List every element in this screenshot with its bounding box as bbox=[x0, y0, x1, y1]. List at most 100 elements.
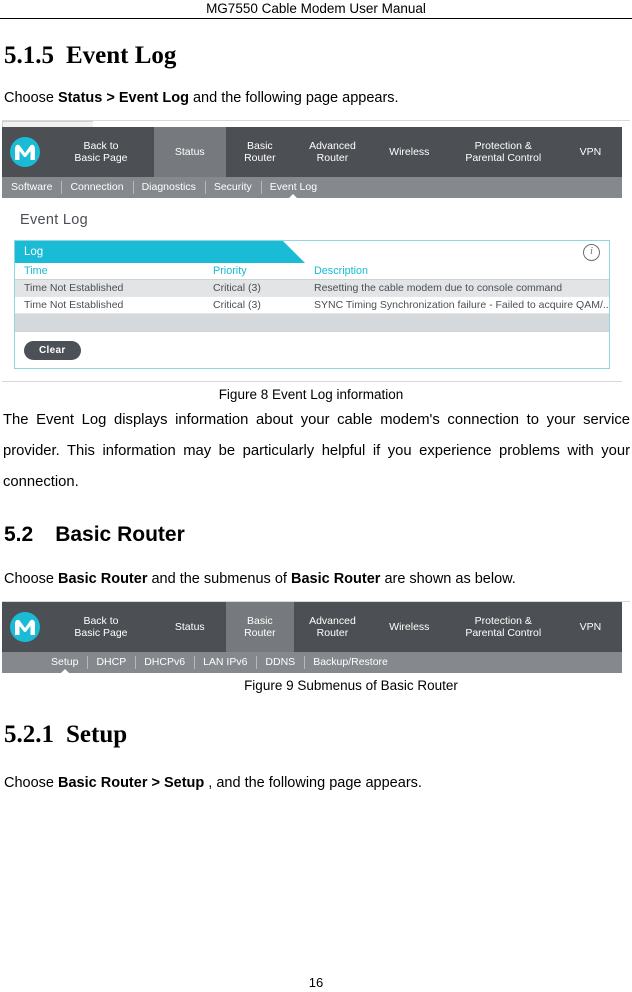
intro-suffix: , and the following page appears. bbox=[204, 775, 422, 791]
intro-paragraph-5-2: Choose Basic Router and the submenus of … bbox=[4, 570, 630, 589]
intro-bold-path: Status > Event Log bbox=[58, 90, 189, 106]
nav-item-line1: Back to bbox=[83, 614, 119, 627]
section-number: 5.2 bbox=[4, 523, 34, 546]
section-heading-5-2-1: 5.2.1 Setup bbox=[4, 720, 630, 750]
nav-item-basic-router[interactable]: Basic Router bbox=[226, 127, 294, 177]
cell-description: Resetting the cable modem due to console… bbox=[305, 279, 609, 297]
nav-item-protection-parental-control[interactable]: Protection & Parental Control bbox=[448, 602, 559, 652]
event-log-panel-title: Event Log bbox=[20, 212, 88, 228]
motorola-logo-circle bbox=[10, 612, 40, 642]
nav-item-line2: Parental Control bbox=[465, 627, 542, 639]
nav-item-line1: Wireless bbox=[389, 620, 430, 633]
table-header-row: Time Priority Description bbox=[15, 263, 609, 280]
clear-button[interactable]: Clear bbox=[24, 341, 81, 360]
nav-item-line1: Wireless bbox=[389, 145, 430, 158]
subnav-item-label: Software bbox=[11, 181, 53, 193]
intro-paragraph-5-1-5: Choose Status > Event Log and the follow… bbox=[4, 89, 630, 108]
nav-item-vpn[interactable]: VPN bbox=[559, 127, 622, 177]
intro-middle: and the submenus of bbox=[147, 571, 291, 587]
nav-item-back-to-basic-page[interactable]: Back to Basic Page bbox=[48, 602, 154, 652]
section-title: Setup bbox=[66, 721, 128, 748]
column-header-time: Time bbox=[15, 263, 204, 280]
subnav-item-setup[interactable]: Setup bbox=[42, 652, 87, 674]
motorola-logo-circle bbox=[10, 137, 40, 167]
cell-priority: Critical (3) bbox=[204, 296, 305, 314]
subnav-item-label: Security bbox=[213, 181, 252, 193]
event-log-card: Log i Time Priority Description Time Not… bbox=[14, 240, 610, 369]
subnav-item-label: Backup/Restore bbox=[313, 656, 388, 668]
nav-item-advanced-router[interactable]: Advanced Router bbox=[294, 127, 371, 177]
subnav-item-label: DDNS bbox=[265, 656, 296, 668]
nav-item-line2: Router bbox=[244, 152, 276, 164]
modem-subnav: Software Connection Diagnostics Security… bbox=[2, 177, 622, 199]
column-header-description: Description bbox=[305, 263, 609, 280]
column-header-priority: Priority bbox=[204, 263, 305, 280]
section-number: 5.1.5 bbox=[4, 42, 54, 69]
nav-item-advanced-router[interactable]: Advanced Router bbox=[294, 602, 371, 652]
cell-description: SYNC Timing Synchronization failure - Fa… bbox=[305, 296, 609, 314]
subnav-item-dhcp[interactable]: DHCP bbox=[87, 652, 135, 673]
nav-item-line2: Router bbox=[244, 627, 276, 639]
cell-time: Time Not Established bbox=[15, 296, 204, 314]
tab-log[interactable]: Log bbox=[15, 241, 305, 263]
nav-item-line1: VPN bbox=[579, 620, 602, 633]
nav-item-line1: Status bbox=[174, 145, 205, 158]
intro-bold-path-2: Basic Router bbox=[290, 571, 381, 587]
nav-item-basic-router[interactable]: Basic Router bbox=[225, 602, 294, 652]
running-header-title: MG7550 Cable Modem User Manual bbox=[206, 1, 426, 16]
event-log-card-tabrow: Log i bbox=[15, 241, 609, 263]
subnav-item-ddns[interactable]: DDNS bbox=[256, 652, 304, 673]
header-divider bbox=[0, 18, 632, 19]
nav-item-wireless[interactable]: Wireless bbox=[371, 602, 448, 652]
nav-item-protection-parental-control[interactable]: Protection & Parental Control bbox=[448, 127, 559, 177]
subnav-item-label: LAN IPv6 bbox=[203, 656, 248, 668]
subnav-item-dhcpv6[interactable]: DHCPv6 bbox=[135, 652, 194, 673]
modem-navbar: Back to Basic Page Status Basic Router A… bbox=[2, 602, 622, 652]
batwing-m-icon bbox=[15, 619, 35, 635]
nav-item-line1: VPN bbox=[579, 145, 602, 158]
nav-item-back-to-basic-page[interactable]: Back to Basic Page bbox=[48, 127, 154, 177]
section-heading-5-2: 5.2 Basic Router bbox=[4, 522, 630, 548]
nav-item-vpn[interactable]: VPN bbox=[559, 602, 622, 652]
nav-item-line2: Router bbox=[316, 152, 349, 164]
subnav-item-backup-restore[interactable]: Backup/Restore bbox=[304, 652, 397, 673]
figure-9-screenshot: Back to Basic Page Status Basic Router A… bbox=[2, 601, 630, 674]
figure-9-caption: Figure 9 Submenus of Basic Router bbox=[244, 678, 458, 693]
table-empty-area bbox=[15, 314, 609, 332]
subnav-item-diagnostics[interactable]: Diagnostics bbox=[132, 177, 205, 198]
nav-item-wireless[interactable]: Wireless bbox=[371, 127, 448, 177]
subnav-item-connection[interactable]: Connection bbox=[61, 177, 132, 198]
subnav-item-lan-ipv6[interactable]: LAN IPv6 bbox=[194, 652, 256, 673]
figure-8-screenshot: Back to Basic Page Status Basic Router A… bbox=[2, 120, 630, 382]
nav-item-status[interactable]: Status bbox=[153, 127, 226, 177]
running-header: MG7550 Cable Modem User Manual bbox=[0, 0, 632, 17]
subnav-item-label: Diagnostics bbox=[141, 181, 196, 193]
table-row: Time Not Established Critical (3) SYNC T… bbox=[15, 296, 609, 314]
table-row: Time Not Established Critical (3) Resett… bbox=[15, 279, 609, 297]
motorola-logo bbox=[2, 602, 48, 652]
subnav-item-event-log[interactable]: Event Log bbox=[260, 177, 326, 199]
active-tab-pointer-icon bbox=[288, 194, 299, 199]
subnav-item-security[interactable]: Security bbox=[204, 177, 261, 198]
subnav-item-label: Setup bbox=[51, 656, 79, 668]
info-icon[interactable]: i bbox=[583, 244, 600, 261]
subnav-item-label: DHCPv6 bbox=[144, 656, 186, 668]
section-number: 5.2.1 bbox=[4, 721, 54, 748]
intro-suffix: and the following page appears. bbox=[188, 90, 399, 106]
nav-item-line2: Parental Control bbox=[465, 152, 542, 164]
event-log-card-footer: Clear bbox=[15, 332, 609, 368]
nav-item-status[interactable]: Status bbox=[154, 602, 226, 652]
page-number: 16 bbox=[308, 975, 324, 990]
batwing-m-icon bbox=[15, 144, 35, 160]
nav-item-line1: Status bbox=[174, 620, 205, 633]
nav-item-line1: Protection & bbox=[474, 614, 532, 627]
cell-time: Time Not Established bbox=[15, 279, 204, 297]
subnav-item-software[interactable]: Software bbox=[2, 177, 61, 198]
nav-item-line2: Router bbox=[316, 627, 349, 639]
intro-paragraph-5-2-1: Choose Basic Router > Setup , and the fo… bbox=[4, 774, 630, 793]
section-heading-5-1-5: 5.1.5 Event Log bbox=[4, 41, 630, 71]
nav-item-line1: Basic bbox=[246, 614, 273, 627]
modem-subnav: Setup DHCP DHCPv6 LAN IPv6 DDNS Backup/R… bbox=[2, 652, 622, 674]
event-log-table: Time Priority Description Time Not Estab… bbox=[15, 263, 609, 314]
nav-item-line1: Protection & bbox=[474, 139, 532, 152]
